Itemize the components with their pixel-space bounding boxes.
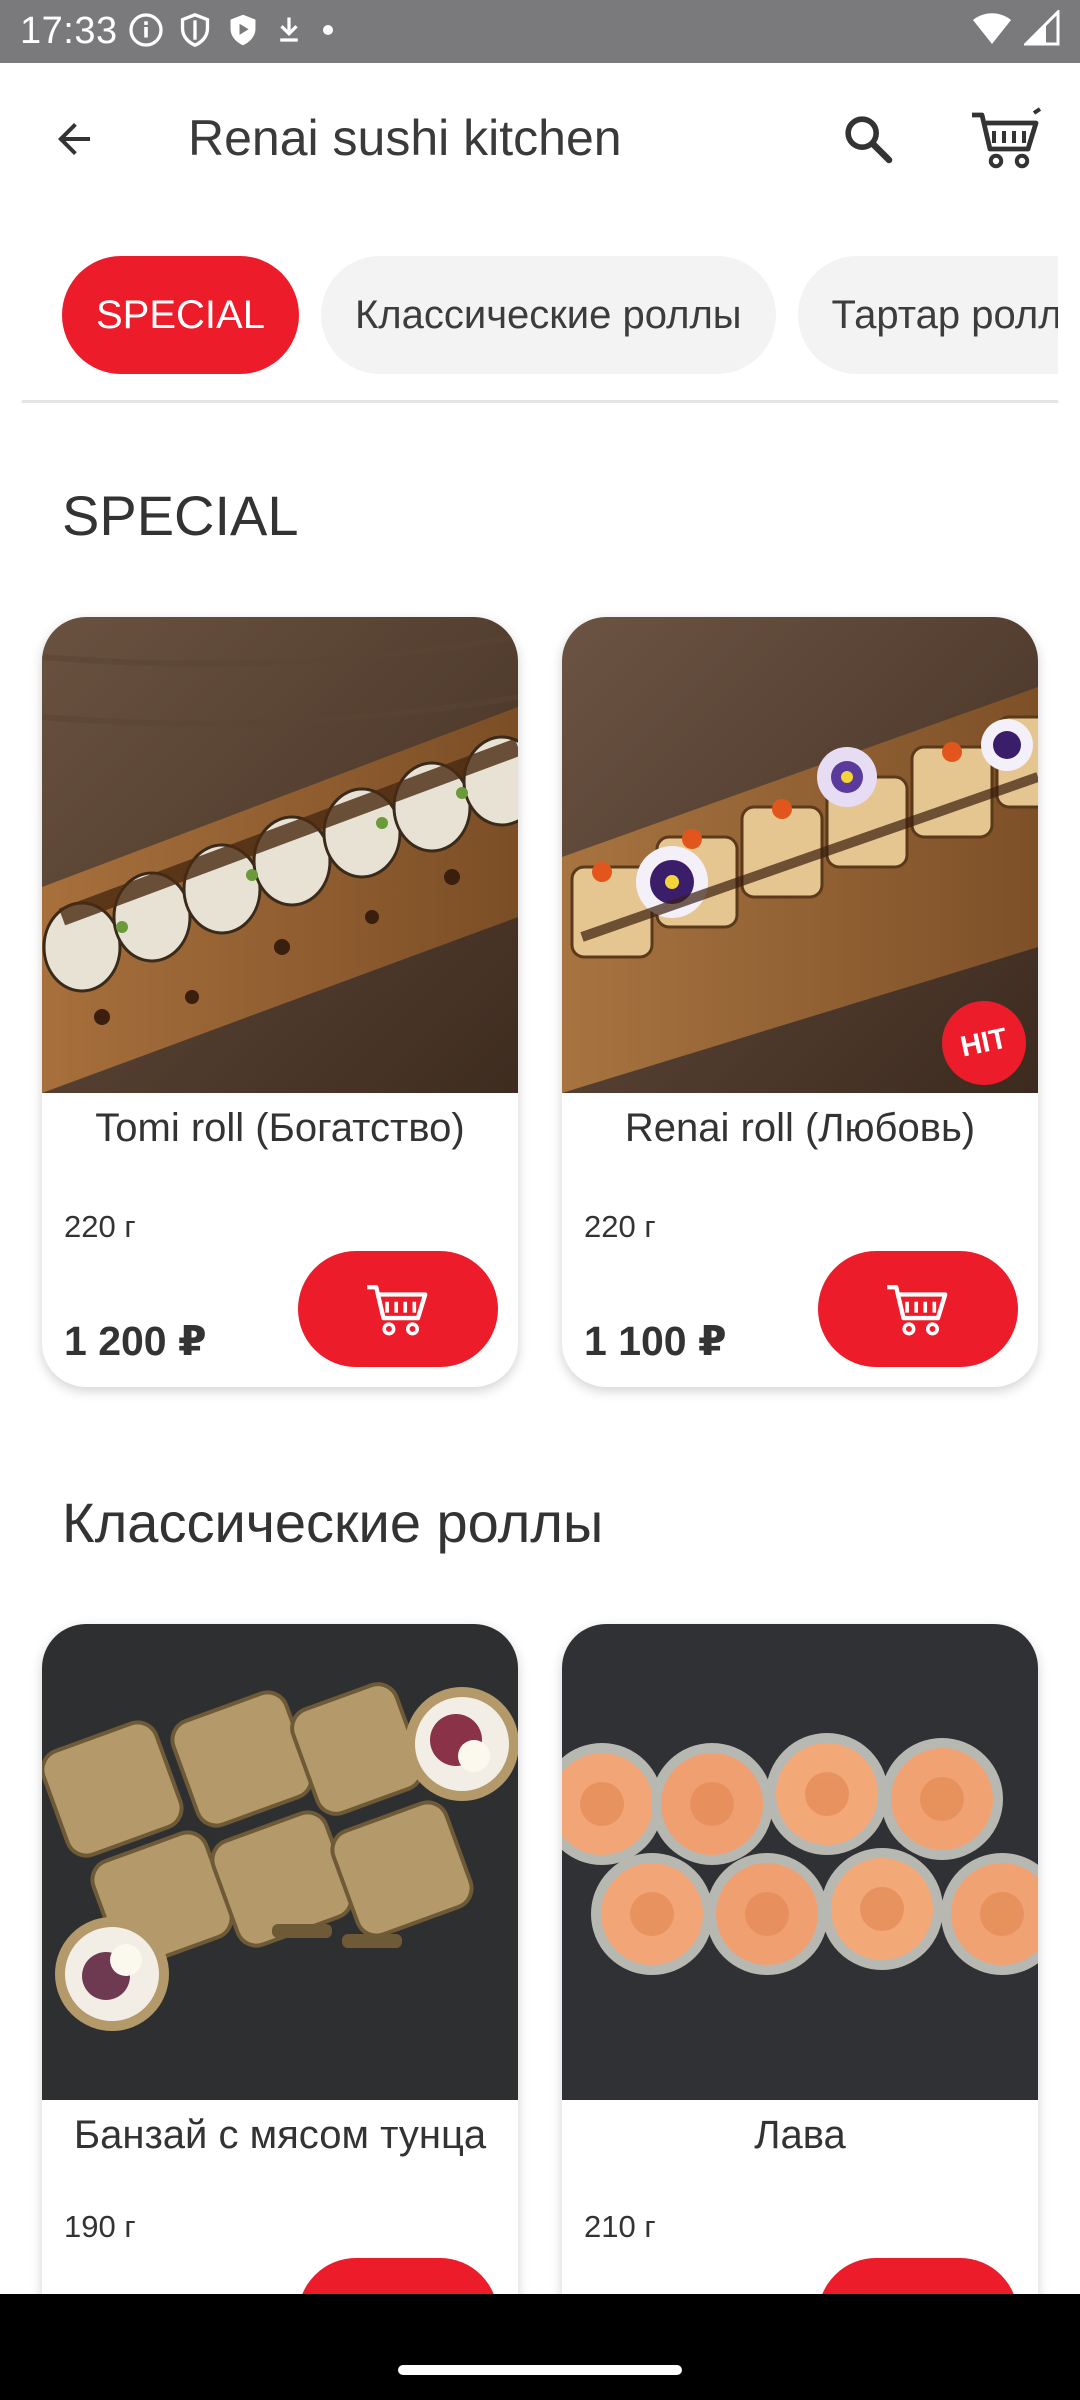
product-weight: 220 г	[584, 1209, 656, 1244]
product-card[interactable]: Банзай с мясом тунца 190 г	[42, 1624, 518, 2294]
product-name: Банзай с мясом тунца	[73, 2113, 487, 2157]
product-photo	[562, 1624, 1038, 2100]
info-icon	[128, 12, 164, 48]
app-bar: Renai sushi kitchen	[0, 63, 1080, 210]
product-name: Renai roll (Любовь)	[624, 1106, 976, 1150]
cart-icon	[972, 107, 1042, 169]
arrow-back-icon	[58, 123, 90, 155]
page-title: Renai sushi kitchen	[188, 110, 622, 166]
shield-icon	[178, 12, 212, 48]
screen: 17:33 Renai sushi kitchen SPECIAL Класси…	[0, 0, 1080, 2294]
category-chip-special[interactable]: SPECIAL	[62, 256, 299, 374]
add-to-cart-button[interactable]	[818, 1251, 1018, 1367]
cart-icon	[367, 1285, 428, 1336]
play-shield-icon	[226, 12, 260, 48]
add-to-cart-button[interactable]	[818, 2258, 1018, 2294]
download-icon	[274, 13, 304, 47]
search-button[interactable]	[832, 103, 904, 175]
cart-button[interactable]	[966, 101, 1046, 177]
status-bar: 17:33	[0, 0, 1080, 63]
product-price: 1 200 ₽	[64, 1318, 207, 1364]
product-photo	[42, 1624, 518, 2100]
product-name: Tomi roll (Богатство)	[95, 1106, 465, 1150]
home-gesture-handle[interactable]	[398, 2365, 682, 2375]
category-chip-classic-rolls[interactable]: Классические роллы	[320, 256, 776, 374]
dot-icon	[318, 20, 338, 40]
product-card[interactable]: Tomi roll (Богатство) 220 г 1 200 ₽	[42, 617, 518, 1387]
section-title-special: SPECIAL	[62, 484, 299, 547]
signal-icon	[1022, 8, 1060, 51]
status-time: 17:33	[20, 10, 118, 52]
product-weight: 190 г	[64, 2209, 136, 2244]
section-title-classic-rolls: Классические роллы	[62, 1491, 604, 1554]
category-tabs: SPECIAL Классические роллы Тартар роллы	[22, 240, 1058, 403]
wifi-icon	[972, 11, 1012, 50]
search-icon	[845, 116, 893, 164]
product-weight: 220 г	[64, 1209, 136, 1244]
product-card[interactable]: Лава 210 г	[562, 1624, 1038, 2294]
cart-icon	[887, 1285, 948, 1336]
system-nav-bar	[0, 2294, 1080, 2400]
product-name: Лава	[754, 2113, 846, 2157]
add-to-cart-button[interactable]	[298, 1251, 498, 1367]
product-price: 1 100 ₽	[584, 1318, 727, 1364]
product-photo	[42, 617, 518, 1093]
add-to-cart-button[interactable]	[298, 2258, 498, 2294]
product-card[interactable]: HIT Renai roll (Любовь) 220 г 1 100 ₽	[562, 617, 1038, 1387]
product-weight: 210 г	[584, 2209, 656, 2244]
back-button[interactable]	[40, 105, 108, 173]
category-chip-tartar-rolls[interactable]: Тартар роллы	[797, 256, 1058, 374]
